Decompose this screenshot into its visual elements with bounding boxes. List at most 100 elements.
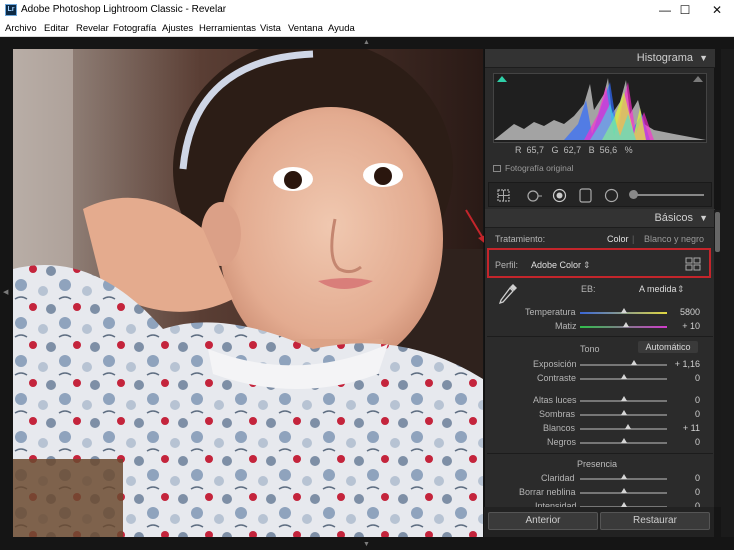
wb-dropdown[interactable]: A medida	[639, 284, 677, 294]
dehaze-knob[interactable]	[620, 488, 627, 493]
eyedropper-icon[interactable]	[497, 282, 519, 308]
dehaze-label: Borrar neblina	[519, 487, 576, 497]
tint-value[interactable]: + 10	[660, 321, 700, 331]
brush-size-knob[interactable]	[629, 190, 638, 199]
scrollbar-thumb[interactable]	[715, 212, 720, 252]
window-title: Adobe Photoshop Lightroom Classic - Reve…	[21, 4, 227, 15]
treatment-color-option[interactable]: Color	[607, 234, 629, 244]
wb-label: EB:	[581, 284, 596, 294]
right-adjustment-panel: Histograma ▼ R 65,7 G 62,7 B 56,6 % Fotogra…	[484, 49, 715, 537]
close-button[interactable]: ✕	[694, 0, 734, 20]
tint-knob[interactable]	[623, 322, 630, 327]
menu-fotografia[interactable]: Fotografía	[113, 23, 156, 34]
left-panel-toggle-icon[interactable]: ◀	[3, 288, 8, 296]
panel-scrollbar[interactable]	[714, 210, 721, 507]
contrast-label: Contraste	[537, 373, 577, 383]
g-label: G	[551, 145, 559, 155]
clarity-value[interactable]: 0	[660, 473, 700, 483]
lightroom-app-icon: Lr	[5, 4, 17, 16]
portrait-photo-image	[13, 49, 483, 537]
right-edge-strip	[721, 49, 734, 537]
tint-label: Matiz	[555, 321, 577, 331]
collapse-triangle-icon[interactable]: ▼	[699, 53, 708, 63]
clarity-label: Claridad	[541, 473, 575, 483]
original-photo-checkbox[interactable]	[493, 165, 501, 172]
shadows-knob[interactable]	[620, 410, 627, 415]
title-bar: Lr Adobe Photoshop Lightroom Classic - R…	[0, 0, 734, 20]
tone-label: Tono	[580, 344, 600, 354]
percent-unit: %	[624, 145, 633, 155]
menu-ajustes[interactable]: Ajustes	[162, 23, 193, 34]
profile-browser-grid-icon[interactable]	[685, 257, 701, 271]
menu-archivo[interactable]: Archivo	[5, 23, 37, 34]
rgb-readout: R 65,7 G 62,7 B 56,6 %	[515, 145, 638, 155]
basics-title: Básicos	[654, 212, 693, 224]
dropdown-arrows-icon[interactable]: ⇕	[583, 260, 591, 271]
blacks-label: Negros	[547, 437, 577, 447]
original-photo-toggle[interactable]: Fotografía original	[493, 163, 574, 173]
original-photo-label: Fotografía original	[505, 163, 574, 173]
blacks-knob[interactable]	[620, 438, 627, 443]
basics-header[interactable]: Básicos ▼	[485, 209, 715, 228]
exposure-slider[interactable]	[580, 364, 667, 366]
g-value: 62,7	[563, 145, 582, 155]
menu-bar: Archivo Editar Revelar Fotografía Ajuste…	[0, 20, 734, 37]
contrast-knob[interactable]	[620, 374, 627, 379]
profile-dropdown[interactable]: Adobe Color	[531, 260, 581, 270]
dropdown-arrows-icon[interactable]: ⇕	[677, 284, 685, 295]
shadows-value[interactable]: 0	[660, 409, 700, 419]
bottom-button-bar: Anterior Restaurar	[484, 507, 714, 537]
graduated-filter-icon[interactable]	[577, 187, 594, 204]
menu-ventana[interactable]: Ventana	[288, 23, 323, 34]
menu-vista[interactable]: Vista	[260, 23, 281, 34]
shadows-label: Sombras	[539, 409, 576, 419]
bottom-panel-toggle-icon[interactable]: ▼	[363, 541, 370, 548]
radial-filter-icon[interactable]	[603, 187, 620, 204]
b-value: 56,6	[599, 145, 618, 155]
menu-herramientas[interactable]: Herramientas	[199, 23, 256, 34]
spot-removal-icon[interactable]	[525, 187, 542, 204]
clarity-knob[interactable]	[620, 474, 627, 479]
temperature-label: Temperatura	[525, 307, 576, 317]
reset-button[interactable]: Restaurar	[600, 512, 710, 530]
highlights-knob[interactable]	[620, 396, 627, 401]
highlights-value[interactable]: 0	[660, 395, 700, 405]
brush-size-slider[interactable]	[632, 194, 704, 196]
highlights-label: Altas luces	[533, 395, 577, 405]
temperature-knob[interactable]	[620, 308, 627, 313]
exposure-knob[interactable]	[630, 360, 637, 365]
collapse-triangle-icon[interactable]: ▼	[699, 213, 708, 223]
whites-value[interactable]: + 11	[660, 423, 700, 433]
menu-editar[interactable]: Editar	[44, 23, 69, 34]
menu-ayuda[interactable]: Ayuda	[328, 23, 355, 34]
top-panel-toggle-icon[interactable]: ▲	[363, 39, 370, 46]
blacks-value[interactable]: 0	[660, 437, 700, 447]
profile-highlight-box	[487, 248, 711, 278]
photo-preview[interactable]	[13, 49, 483, 537]
treatment-label: Tratamiento:	[495, 234, 546, 244]
profile-label: Perfil:	[495, 260, 519, 270]
tool-strip	[488, 182, 712, 207]
whites-slider[interactable]	[580, 428, 667, 430]
red-eye-icon[interactable]	[551, 187, 568, 204]
r-label: R	[515, 145, 522, 155]
contrast-value[interactable]: 0	[660, 373, 700, 383]
exposure-label: Exposición	[533, 359, 577, 369]
exposure-value[interactable]: + 1,16	[660, 359, 700, 369]
whites-label: Blancos	[543, 423, 576, 433]
r-value: 65,7	[526, 145, 545, 155]
auto-tone-button[interactable]: Automático	[638, 341, 698, 353]
temperature-value[interactable]: 5800	[660, 307, 700, 317]
histogram-curve	[494, 76, 706, 140]
whites-knob[interactable]	[624, 424, 631, 429]
previous-button[interactable]: Anterior	[488, 512, 598, 530]
presence-label: Presencia	[576, 459, 618, 469]
treatment-bw-option[interactable]: Blanco y negro	[644, 234, 704, 244]
histogram-title: Histograma	[636, 52, 693, 64]
b-label: B	[588, 145, 595, 155]
dehaze-value[interactable]: 0	[660, 487, 700, 497]
histogram-graph[interactable]	[493, 73, 707, 143]
menu-revelar[interactable]: Revelar	[76, 23, 109, 34]
histogram-header[interactable]: Histograma ▼	[485, 49, 715, 68]
crop-overlay-icon[interactable]	[495, 187, 512, 204]
